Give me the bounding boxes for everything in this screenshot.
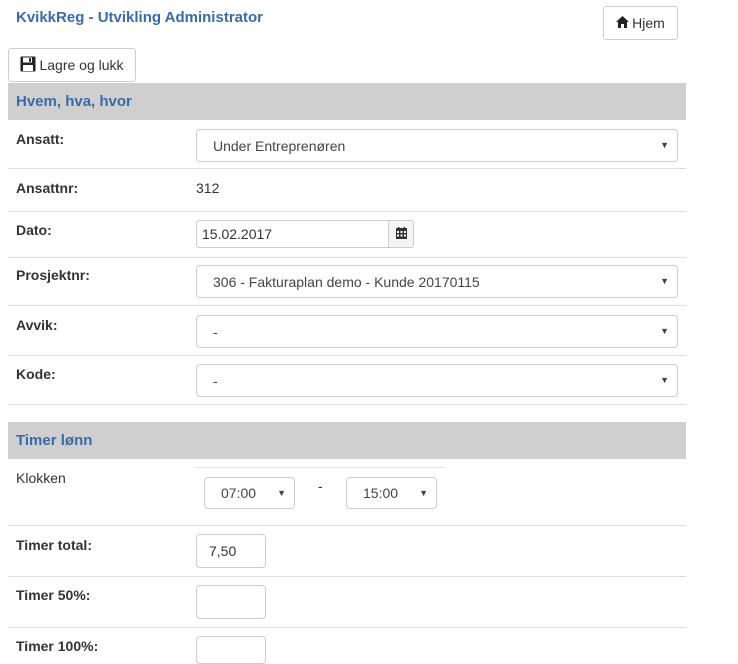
hours-total-value: 7,50 <box>209 543 237 559</box>
deviation-value: - <box>213 323 218 340</box>
hours-100-label: Timer 100%: <box>16 638 99 654</box>
code-select[interactable]: - ▼ <box>196 364 678 397</box>
caret-down-icon: ▼ <box>277 488 286 498</box>
caret-down-icon: ▼ <box>660 140 669 150</box>
divider <box>196 467 446 468</box>
home-icon <box>616 15 630 31</box>
divider <box>8 525 686 526</box>
caret-down-icon: ▼ <box>660 375 669 385</box>
employee-no-value: 312 <box>196 180 220 196</box>
divider <box>8 576 686 577</box>
clock-separator: - <box>318 478 323 494</box>
employee-value: Under Entreprenøren <box>213 137 346 154</box>
caret-down-icon: ▼ <box>660 326 669 336</box>
home-button-label: Hjem <box>632 15 665 31</box>
divider <box>8 211 686 212</box>
caret-down-icon: ▼ <box>419 488 428 498</box>
floppy-disk-icon <box>20 56 36 75</box>
section-title: Timer lønn <box>16 432 93 449</box>
project-select[interactable]: 306 - Fakturaplan demo - Kunde 20170115 … <box>196 265 678 298</box>
project-value: 306 - Fakturaplan demo - Kunde 20170115 <box>213 273 480 290</box>
hours-50-label: Timer 50%: <box>16 587 91 603</box>
home-button[interactable]: Hjem <box>603 6 678 40</box>
calendar-button[interactable] <box>388 220 414 248</box>
divider <box>8 257 686 258</box>
hours-50-input[interactable] <box>196 585 266 619</box>
divider <box>8 404 686 405</box>
clock-to-select[interactable]: 15:00 ▼ <box>346 477 437 509</box>
divider <box>8 355 686 356</box>
employee-label: Ansatt: <box>16 131 65 147</box>
section-title: Hvem, hva, hvor <box>16 93 132 110</box>
deviation-select[interactable]: - ▼ <box>196 315 678 348</box>
clock-from-select[interactable]: 07:00 ▼ <box>204 477 295 509</box>
app-title: KvikkReg - Utvikling Administrator <box>16 9 263 26</box>
date-input[interactable]: 15.02.2017 <box>196 220 389 248</box>
divider <box>8 305 686 306</box>
code-label: Kode: <box>16 366 56 382</box>
clock-from-value: 07:00 <box>221 485 257 501</box>
calendar-icon <box>395 226 407 242</box>
caret-down-icon: ▼ <box>660 276 669 286</box>
hours-100-input[interactable] <box>196 636 266 664</box>
save-and-close-button[interactable]: Lagre og lukk <box>8 48 136 82</box>
code-value: - <box>213 372 218 389</box>
section-header-hours: Timer lønn <box>8 422 686 459</box>
employee-no-label: Ansattnr: <box>16 180 79 196</box>
date-value: 15.02.2017 <box>202 226 273 242</box>
divider <box>8 168 686 169</box>
project-label: Prosjektnr: <box>16 267 90 283</box>
save-and-close-label: Lagre og lukk <box>39 57 124 73</box>
date-label: Dato: <box>16 222 52 238</box>
divider <box>8 627 686 628</box>
hours-total-input[interactable]: 7,50 <box>196 534 266 568</box>
clock-label: Klokken <box>16 470 66 486</box>
section-header-who-what-where: Hvem, hva, hvor <box>8 83 686 120</box>
employee-select[interactable]: Under Entreprenøren ▼ <box>196 129 678 162</box>
deviation-label: Avvik: <box>16 317 58 333</box>
hours-total-label: Timer total: <box>16 537 92 553</box>
clock-to-value: 15:00 <box>363 485 399 501</box>
